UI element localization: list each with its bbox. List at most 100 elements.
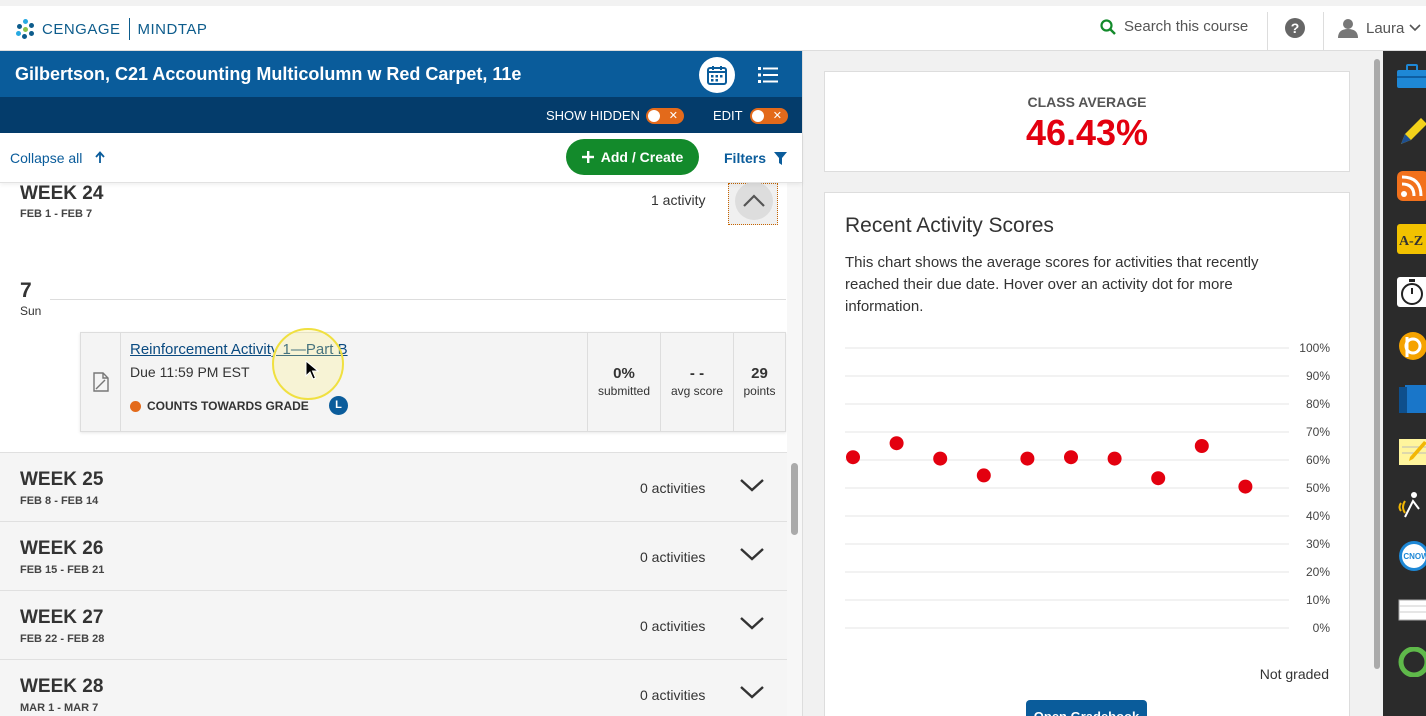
action-bar: Collapse all Add / Create Filters [0, 133, 802, 183]
day-divider [50, 299, 786, 300]
help-icon[interactable]: ? [1285, 18, 1305, 38]
activity-score-dot[interactable] [1064, 450, 1078, 465]
list-view-button[interactable] [750, 57, 786, 93]
toggle-knob [752, 110, 764, 122]
scrollbar-thumb[interactable] [791, 463, 798, 535]
week-activity-count: 0 activities [640, 480, 706, 496]
add-create-button[interactable]: Add / Create [566, 139, 699, 175]
week-row[interactable]: WEEK 27 FEB 22 - FEB 28 0 activities [0, 591, 787, 660]
calendar-icon [707, 66, 727, 85]
filters-button[interactable]: Filters [724, 150, 788, 166]
collapse-week-button[interactable] [728, 183, 778, 225]
edit-label: EDIT [713, 108, 743, 123]
user-name: Laura [1366, 19, 1405, 37]
dashboard-scrollbar[interactable] [1371, 51, 1383, 716]
app-dock: A-Z CNOW [1383, 51, 1426, 716]
activity-due-time: Due 11:59 PM EST [130, 364, 250, 380]
plus-icon [581, 151, 594, 163]
week-range: FEB 8 - FEB 14 [20, 495, 99, 507]
chevron-down-icon[interactable] [739, 477, 765, 493]
points-label: points [743, 384, 776, 398]
week-range: FEB 22 - FEB 28 [20, 633, 105, 645]
bookmark-b-icon[interactable] [1397, 331, 1426, 361]
week-activity-count: 0 activities [640, 549, 706, 565]
activity-score-dot[interactable] [846, 450, 860, 465]
week-title: WEEK 25 [20, 469, 104, 490]
flashcards-icon[interactable] [1397, 594, 1426, 624]
cnow-icon[interactable]: CNOW [1397, 541, 1426, 571]
logo-divider [128, 18, 130, 40]
chevron-down-icon[interactable] [739, 684, 765, 700]
dictionary-icon[interactable]: A-Z [1397, 224, 1426, 254]
close-icon: ✕ [772, 110, 782, 122]
avg-score-value: - - [689, 365, 705, 382]
activity-score-dot[interactable] [976, 468, 991, 483]
search-course[interactable]: Search this course [1100, 18, 1248, 35]
points-value: 29 [751, 365, 768, 382]
stopwatch-icon[interactable] [1397, 277, 1426, 307]
recent-activity-title: Recent Activity Scores [845, 214, 1054, 237]
book-icon[interactable] [1397, 384, 1426, 414]
course-subheader: SHOW HIDDEN ✕ EDIT ✕ [0, 97, 802, 133]
week-activity-count: 0 activities [640, 618, 706, 634]
y-tick-label: 60% [1306, 453, 1330, 467]
add-create-label: Add / Create [600, 149, 684, 165]
activity-type-icon-cell [81, 333, 121, 431]
highlighter-icon[interactable] [1397, 116, 1426, 146]
activity-score-dot[interactable] [1238, 479, 1253, 494]
chevron-down-icon[interactable] [739, 546, 765, 562]
activity-card[interactable]: Reinforcement Activity 1—Part B Due 11:5… [80, 332, 786, 432]
y-tick-label: 0% [1313, 621, 1331, 635]
y-tick-label: 80% [1306, 397, 1330, 411]
day-number: 7 [20, 279, 32, 302]
user-menu[interactable]: Laura [1338, 18, 1426, 38]
timeline-scrollbar[interactable] [787, 183, 802, 716]
calendar-view-button[interactable] [699, 57, 735, 93]
cengage-mindtap-logo[interactable]: CENGAGE MINDTAP [14, 18, 207, 40]
toggle-knob [648, 110, 660, 122]
mindtap-wordmark: MINDTAP [137, 20, 208, 38]
edit-toggle[interactable]: ✕ [750, 108, 788, 124]
avg-score-label: avg score [670, 384, 724, 398]
activity-score-dot[interactable] [1107, 451, 1122, 466]
filter-icon [774, 151, 788, 165]
notepad-icon[interactable] [1397, 437, 1426, 467]
show-hidden-toggle[interactable]: ✕ [646, 108, 684, 124]
search-placeholder: Search this course [1124, 18, 1249, 35]
open-gradebook-button[interactable]: Open Gradebook [1026, 700, 1147, 716]
read-aloud-icon[interactable] [1397, 489, 1426, 519]
rss-icon[interactable] [1397, 171, 1426, 201]
briefcase-icon[interactable] [1397, 61, 1426, 91]
y-tick-label: 90% [1306, 369, 1330, 383]
activity-score-dot[interactable] [1020, 451, 1035, 466]
week-title: WEEK 24 [20, 183, 104, 204]
chevron-down-icon[interactable] [739, 615, 765, 631]
user-icon [1338, 19, 1358, 38]
y-tick-label: 70% [1306, 425, 1330, 439]
course-title: Gilbertson, C21 Accounting Multicolumn w… [15, 64, 522, 84]
recent-scores-chart: 100% 90% 80% 70% 60% 50% 40% 30% 20% 10% 0% [845, 343, 1331, 635]
recent-activity-description: This chart shows the average scores for … [845, 254, 1259, 315]
activity-score-dot[interactable] [1151, 471, 1166, 486]
green-ring-icon[interactable] [1397, 647, 1426, 677]
list-icon [758, 67, 778, 83]
activity-score-dot[interactable] [1194, 439, 1209, 453]
scrollbar-thumb[interactable] [1374, 59, 1380, 669]
chevron-up-icon [743, 194, 765, 207]
arrow-up-icon [95, 151, 105, 163]
week-title: WEEK 26 [20, 538, 104, 559]
chevron-circle [735, 183, 773, 220]
counts-dot-icon [130, 400, 141, 412]
cengage-wordmark: CENGAGE [42, 20, 121, 38]
week-row[interactable]: WEEK 25 FEB 8 - FEB 14 0 activities [0, 453, 787, 522]
learning-path-badge[interactable]: L [329, 396, 348, 415]
collapse-all-button[interactable]: Collapse all [10, 150, 106, 166]
activity-score-dot[interactable] [933, 451, 948, 466]
week-row[interactable]: WEEK 28 MAR 1 - MAR 7 0 activities [0, 660, 787, 716]
y-tick-label: 20% [1306, 565, 1330, 579]
document-icon [92, 372, 109, 392]
week-row[interactable]: WEEK 26 FEB 15 - FEB 21 0 activities [0, 522, 787, 591]
activity-score-dot[interactable] [889, 436, 904, 451]
collapse-all-label: Collapse all [10, 150, 83, 166]
mouse-cursor-icon [305, 360, 319, 380]
